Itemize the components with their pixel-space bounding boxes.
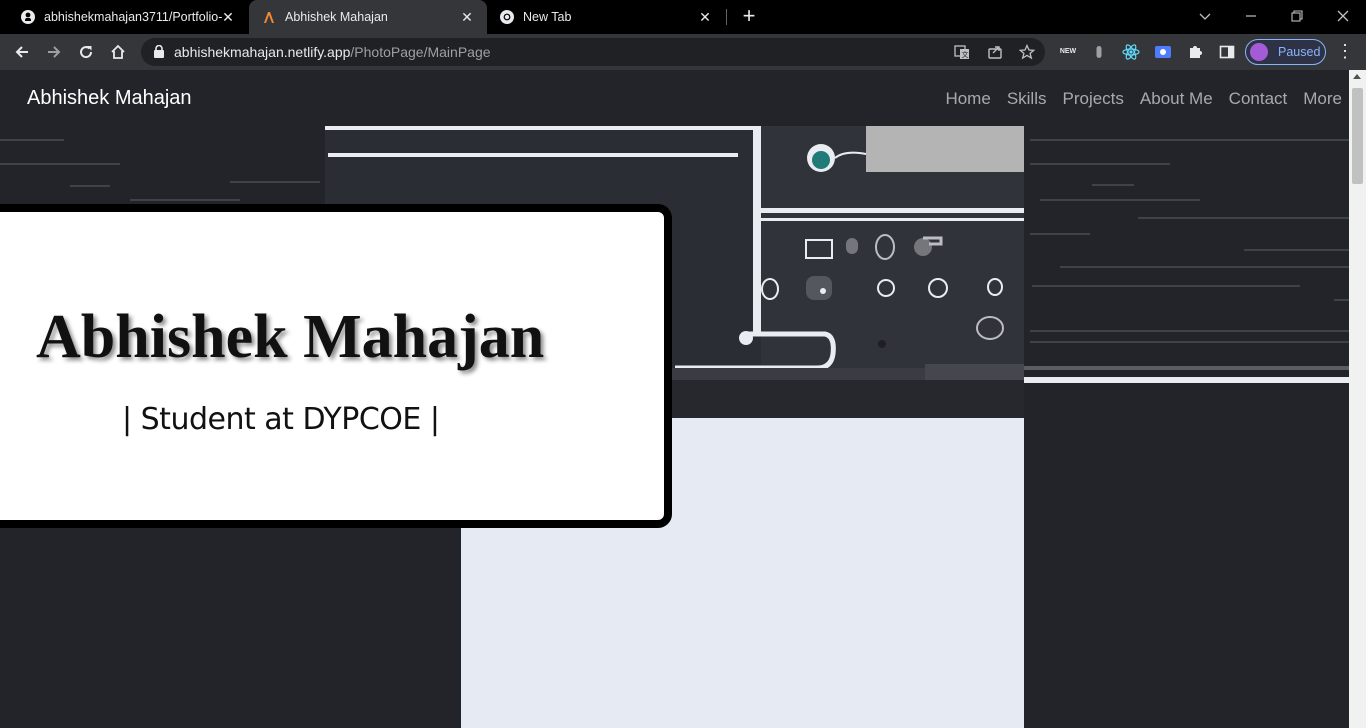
tab-strip: abhishekmahajan3711/Portfolio- ✕ Abhishe… bbox=[0, 0, 1366, 34]
page-viewport: Abhishek Mahajan Home Skills Projects Ab… bbox=[0, 70, 1349, 728]
translate-icon[interactable]: 文 bbox=[954, 44, 970, 60]
tab-search-icon[interactable] bbox=[1182, 0, 1228, 32]
address-bar[interactable]: abhishekmahajan.netlify.app/PhotoPage/Ma… bbox=[141, 38, 1045, 66]
github-icon bbox=[20, 9, 36, 25]
nav-skills[interactable]: Skills bbox=[1007, 89, 1047, 109]
share-icon[interactable] bbox=[987, 44, 1003, 60]
nav-links: Home Skills Projects About Me Contact Mo… bbox=[929, 89, 1342, 109]
lock-icon[interactable] bbox=[154, 44, 164, 63]
react-devtools-icon[interactable] bbox=[1122, 43, 1140, 61]
forward-icon[interactable] bbox=[41, 39, 67, 65]
reload-icon[interactable] bbox=[73, 39, 99, 65]
tab-divider bbox=[726, 9, 727, 25]
mic-extension-icon[interactable] bbox=[1090, 43, 1108, 61]
avatar bbox=[1250, 43, 1268, 61]
tab-title: abhishekmahajan3711/Portfolio- bbox=[44, 10, 222, 24]
close-tab-icon[interactable]: ✕ bbox=[459, 9, 475, 25]
extension-badge: NEW bbox=[1059, 48, 1077, 55]
site-navbar: Abhishek Mahajan Home Skills Projects Ab… bbox=[0, 70, 1349, 126]
tab-new[interactable]: New Tab ✕ bbox=[487, 0, 725, 34]
site-icon bbox=[261, 9, 277, 25]
new-tab-button[interactable]: + bbox=[737, 5, 761, 29]
svg-text:文: 文 bbox=[962, 50, 969, 59]
tab-portfolio[interactable]: Abhishek Mahajan ✕ bbox=[249, 0, 487, 34]
url-domain: abhishekmahajan.netlify.app bbox=[174, 44, 351, 60]
nav-contact[interactable]: Contact bbox=[1229, 89, 1288, 109]
minimize-icon[interactable] bbox=[1228, 0, 1274, 32]
close-window-icon[interactable] bbox=[1320, 0, 1366, 32]
nav-projects[interactable]: Projects bbox=[1062, 89, 1123, 109]
nav-more[interactable]: More bbox=[1303, 89, 1342, 109]
url-text[interactable]: abhishekmahajan.netlify.app/PhotoPage/Ma… bbox=[174, 44, 491, 60]
nav-about-me[interactable]: About Me bbox=[1140, 89, 1213, 109]
restore-icon[interactable] bbox=[1274, 0, 1320, 32]
url-path: /PhotoPage/MainPage bbox=[350, 44, 491, 60]
side-panel-icon[interactable] bbox=[1218, 43, 1236, 61]
screen-capture-icon[interactable] bbox=[1154, 43, 1172, 61]
profile-status: Paused bbox=[1278, 45, 1321, 59]
page-scrollbar[interactable] bbox=[1349, 70, 1366, 728]
extensions-puzzle-icon[interactable] bbox=[1186, 43, 1204, 61]
scroll-up-arrow[interactable] bbox=[1353, 74, 1361, 79]
hero-card: Abhishek Mahajan | Student at DYPCOE | bbox=[0, 204, 672, 528]
hero-subtitle: | Student at DYPCOE | bbox=[122, 402, 440, 437]
hero-name: Abhishek Mahajan bbox=[36, 303, 545, 371]
tab-github[interactable]: abhishekmahajan3711/Portfolio- ✕ bbox=[0, 0, 248, 34]
close-tab-icon[interactable]: ✕ bbox=[220, 9, 236, 25]
new-extension-icon[interactable]: NEW bbox=[1058, 43, 1078, 61]
tab-title: Abhishek Mahajan bbox=[285, 10, 388, 24]
more-menu-icon[interactable]: ⋮ bbox=[1336, 42, 1354, 61]
chrome-icon bbox=[499, 9, 515, 25]
nav-home[interactable]: Home bbox=[945, 89, 990, 109]
profile-button[interactable]: Paused bbox=[1245, 39, 1326, 65]
back-icon[interactable] bbox=[9, 39, 35, 65]
brand-logo[interactable]: Abhishek Mahajan bbox=[27, 87, 192, 110]
home-icon[interactable] bbox=[105, 39, 131, 65]
tab-title: New Tab bbox=[523, 10, 572, 24]
close-tab-icon[interactable]: ✕ bbox=[697, 9, 713, 25]
browser-toolbar: abhishekmahajan.netlify.app/PhotoPage/Ma… bbox=[0, 34, 1366, 70]
scroll-thumb[interactable] bbox=[1352, 88, 1363, 184]
bookmark-star-icon[interactable] bbox=[1018, 43, 1036, 60]
